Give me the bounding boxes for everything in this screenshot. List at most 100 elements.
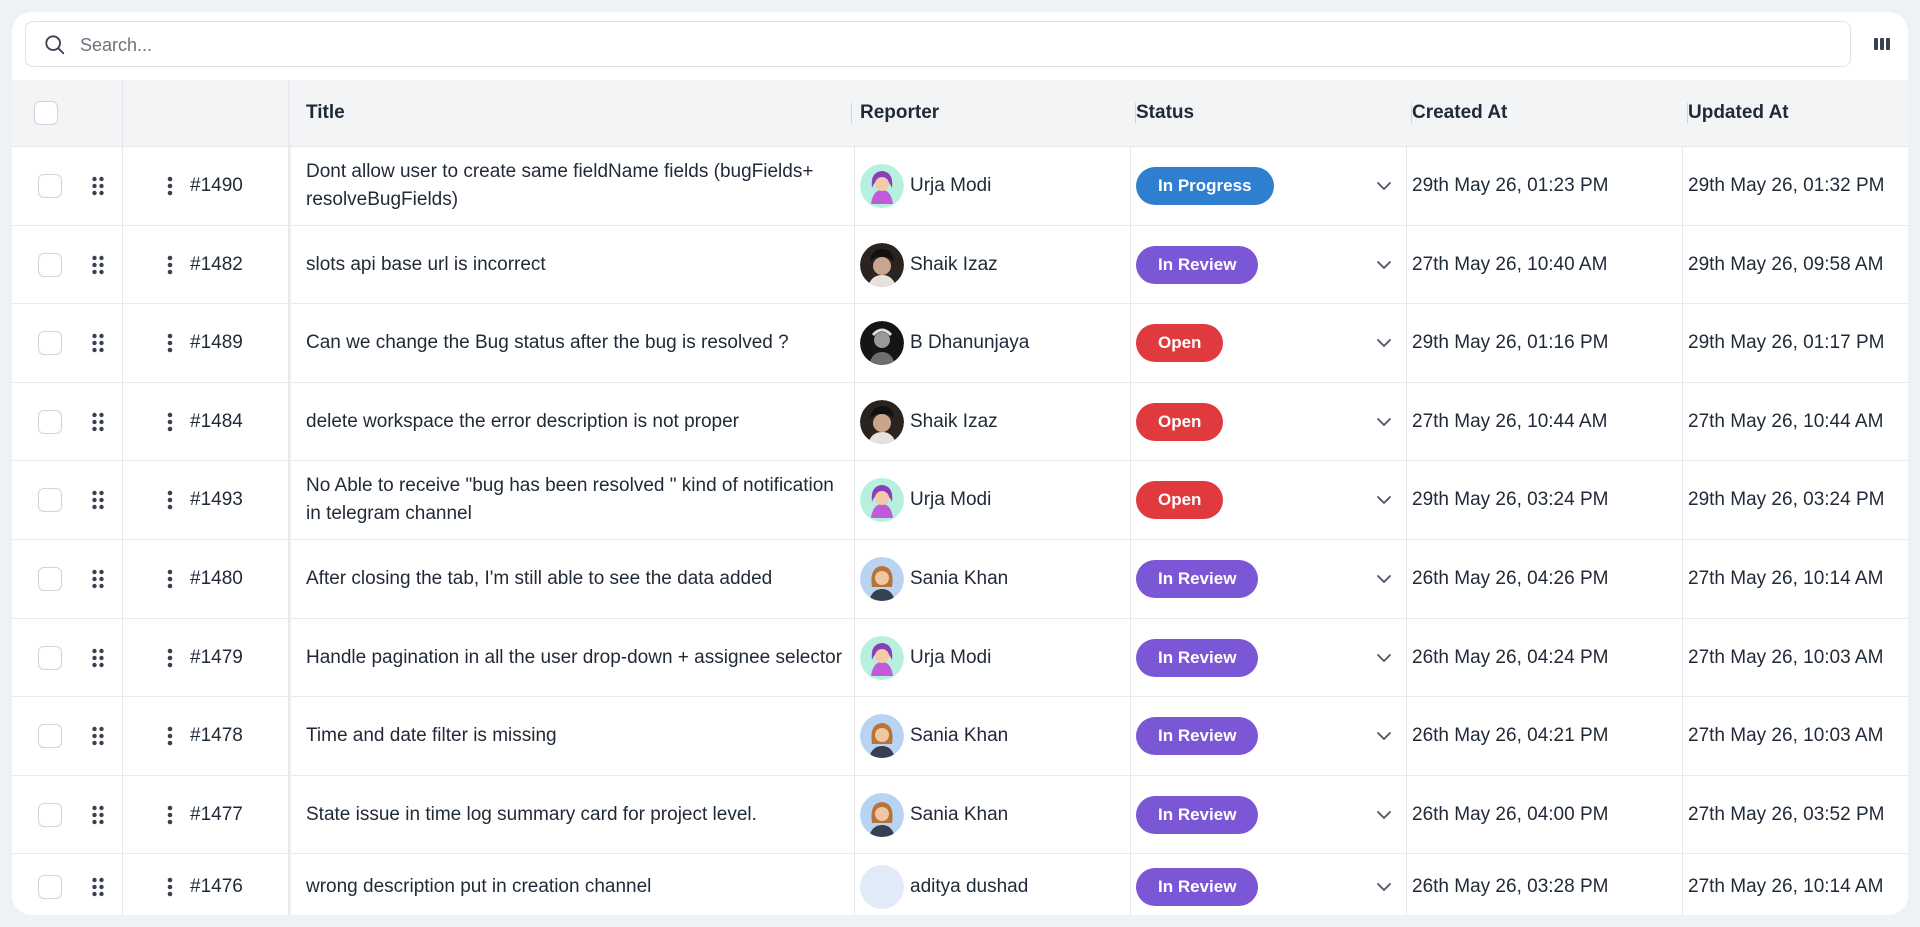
- chevron-down-icon[interactable]: [1376, 493, 1392, 507]
- drag-handle[interactable]: [78, 854, 118, 915]
- row-actions[interactable]: [160, 461, 180, 539]
- chevron-down-icon[interactable]: [1376, 336, 1392, 350]
- table-row[interactable]: #1490 Dont allow user to create same fie…: [12, 147, 1908, 226]
- bug-title[interactable]: Dont allow user to create same fieldName…: [306, 147, 854, 225]
- table-row[interactable]: #1477 State issue in time log summary ca…: [12, 776, 1908, 854]
- row-actions[interactable]: [160, 854, 180, 915]
- chevron-down-icon[interactable]: [1376, 651, 1392, 665]
- bug-title[interactable]: State issue in time log summary card for…: [306, 776, 854, 853]
- drag-handle-icon[interactable]: [91, 489, 105, 511]
- columns-toggle-icon[interactable]: [1873, 35, 1891, 53]
- chevron-down-icon[interactable]: [1376, 880, 1392, 894]
- drag-handle-icon[interactable]: [91, 725, 105, 747]
- header-reporter[interactable]: Reporter: [860, 80, 1136, 146]
- row-actions[interactable]: [160, 383, 180, 460]
- chevron-down-icon[interactable]: [1376, 179, 1392, 193]
- bug-title[interactable]: After closing the tab, I'm still able to…: [306, 540, 854, 618]
- status-cell[interactable]: In Review: [1136, 697, 1412, 775]
- bug-title[interactable]: Handle pagination in all the user drop-d…: [306, 619, 854, 696]
- status-cell[interactable]: In Review: [1136, 540, 1412, 618]
- bug-title[interactable]: Can we change the Bug status after the b…: [306, 304, 854, 382]
- row-actions[interactable]: [160, 619, 180, 696]
- status-cell[interactable]: In Review: [1136, 619, 1412, 696]
- row-actions[interactable]: [160, 226, 180, 303]
- chevron-down-icon[interactable]: [1376, 415, 1392, 429]
- chevron-down-icon[interactable]: [1376, 808, 1392, 822]
- row-checkbox[interactable]: [38, 409, 62, 434]
- status-badge[interactable]: In Review: [1136, 560, 1259, 598]
- drag-handle-icon[interactable]: [91, 332, 105, 354]
- more-vertical-icon[interactable]: [167, 489, 173, 511]
- status-badge[interactable]: In Review: [1136, 868, 1259, 906]
- row-checkbox[interactable]: [38, 645, 62, 670]
- status-cell[interactable]: In Progress: [1136, 147, 1412, 225]
- status-badge[interactable]: Open: [1136, 481, 1224, 519]
- table-row[interactable]: #1489 Can we change the Bug status after…: [12, 304, 1908, 383]
- more-vertical-icon[interactable]: [167, 175, 173, 197]
- drag-handle[interactable]: [78, 619, 118, 696]
- drag-handle-icon[interactable]: [91, 804, 105, 826]
- row-actions[interactable]: [160, 147, 180, 225]
- row-actions[interactable]: [160, 304, 180, 382]
- bug-title[interactable]: Time and date filter is missing: [306, 697, 854, 775]
- header-title[interactable]: Title: [306, 80, 852, 146]
- table-row[interactable]: #1476 wrong description put in creation …: [12, 854, 1908, 915]
- bug-title[interactable]: delete workspace the error description i…: [306, 383, 854, 460]
- status-badge[interactable]: Open: [1136, 402, 1224, 441]
- row-actions[interactable]: [160, 540, 180, 618]
- status-cell[interactable]: In Review: [1136, 776, 1412, 853]
- search-input[interactable]: [78, 30, 1782, 60]
- status-badge[interactable]: In Review: [1136, 717, 1259, 755]
- drag-handle[interactable]: [78, 304, 118, 382]
- bug-title[interactable]: slots api base url is incorrect: [306, 226, 854, 303]
- row-checkbox[interactable]: [38, 802, 62, 827]
- more-vertical-icon[interactable]: [167, 804, 173, 826]
- table-row[interactable]: #1479 Handle pagination in all the user …: [12, 619, 1908, 697]
- bug-title[interactable]: wrong description put in creation channe…: [306, 854, 854, 915]
- drag-handle[interactable]: [78, 697, 118, 775]
- row-actions[interactable]: [160, 697, 180, 775]
- status-cell[interactable]: Open: [1136, 383, 1412, 460]
- table-row[interactable]: #1478 Time and date filter is missing Sa…: [12, 697, 1908, 776]
- status-badge[interactable]: In Progress: [1136, 167, 1274, 205]
- table-row[interactable]: #1493 No Able to receive "bug has been r…: [12, 461, 1908, 540]
- drag-handle-icon[interactable]: [91, 876, 105, 898]
- drag-handle[interactable]: [78, 461, 118, 539]
- drag-handle-icon[interactable]: [91, 175, 105, 197]
- drag-handle[interactable]: [78, 776, 118, 853]
- row-checkbox[interactable]: [38, 488, 62, 512]
- status-cell[interactable]: In Review: [1136, 854, 1412, 915]
- status-cell[interactable]: Open: [1136, 461, 1412, 539]
- more-vertical-icon[interactable]: [167, 725, 173, 747]
- row-checkbox[interactable]: [38, 331, 62, 355]
- drag-handle-icon[interactable]: [91, 647, 105, 669]
- chevron-down-icon[interactable]: [1376, 572, 1392, 586]
- drag-handle-icon[interactable]: [91, 568, 105, 590]
- drag-handle[interactable]: [78, 147, 118, 225]
- table-row[interactable]: #1480 After closing the tab, I'm still a…: [12, 540, 1908, 619]
- more-vertical-icon[interactable]: [167, 332, 173, 354]
- chevron-down-icon[interactable]: [1376, 258, 1392, 272]
- select-all-checkbox[interactable]: [34, 101, 58, 125]
- more-vertical-icon[interactable]: [167, 411, 173, 433]
- status-badge[interactable]: In Review: [1136, 795, 1259, 834]
- status-badge[interactable]: Open: [1136, 324, 1224, 362]
- header-updated-at[interactable]: Updated At: [1688, 80, 1908, 146]
- bug-title[interactable]: No Able to receive "bug has been resolve…: [306, 461, 854, 539]
- more-vertical-icon[interactable]: [167, 876, 173, 898]
- status-badge[interactable]: In Review: [1136, 638, 1259, 677]
- search-box[interactable]: [25, 21, 1851, 67]
- drag-handle[interactable]: [78, 383, 118, 460]
- header-created-at[interactable]: Created At: [1412, 80, 1688, 146]
- row-checkbox[interactable]: [38, 174, 62, 198]
- row-checkbox[interactable]: [38, 252, 62, 277]
- status-cell[interactable]: Open: [1136, 304, 1412, 382]
- drag-handle-icon[interactable]: [91, 254, 105, 276]
- row-actions[interactable]: [160, 776, 180, 853]
- drag-handle-icon[interactable]: [91, 411, 105, 433]
- status-cell[interactable]: In Review: [1136, 226, 1412, 303]
- row-checkbox[interactable]: [38, 724, 62, 748]
- header-status[interactable]: Status: [1136, 80, 1412, 146]
- chevron-down-icon[interactable]: [1376, 729, 1392, 743]
- drag-handle[interactable]: [78, 540, 118, 618]
